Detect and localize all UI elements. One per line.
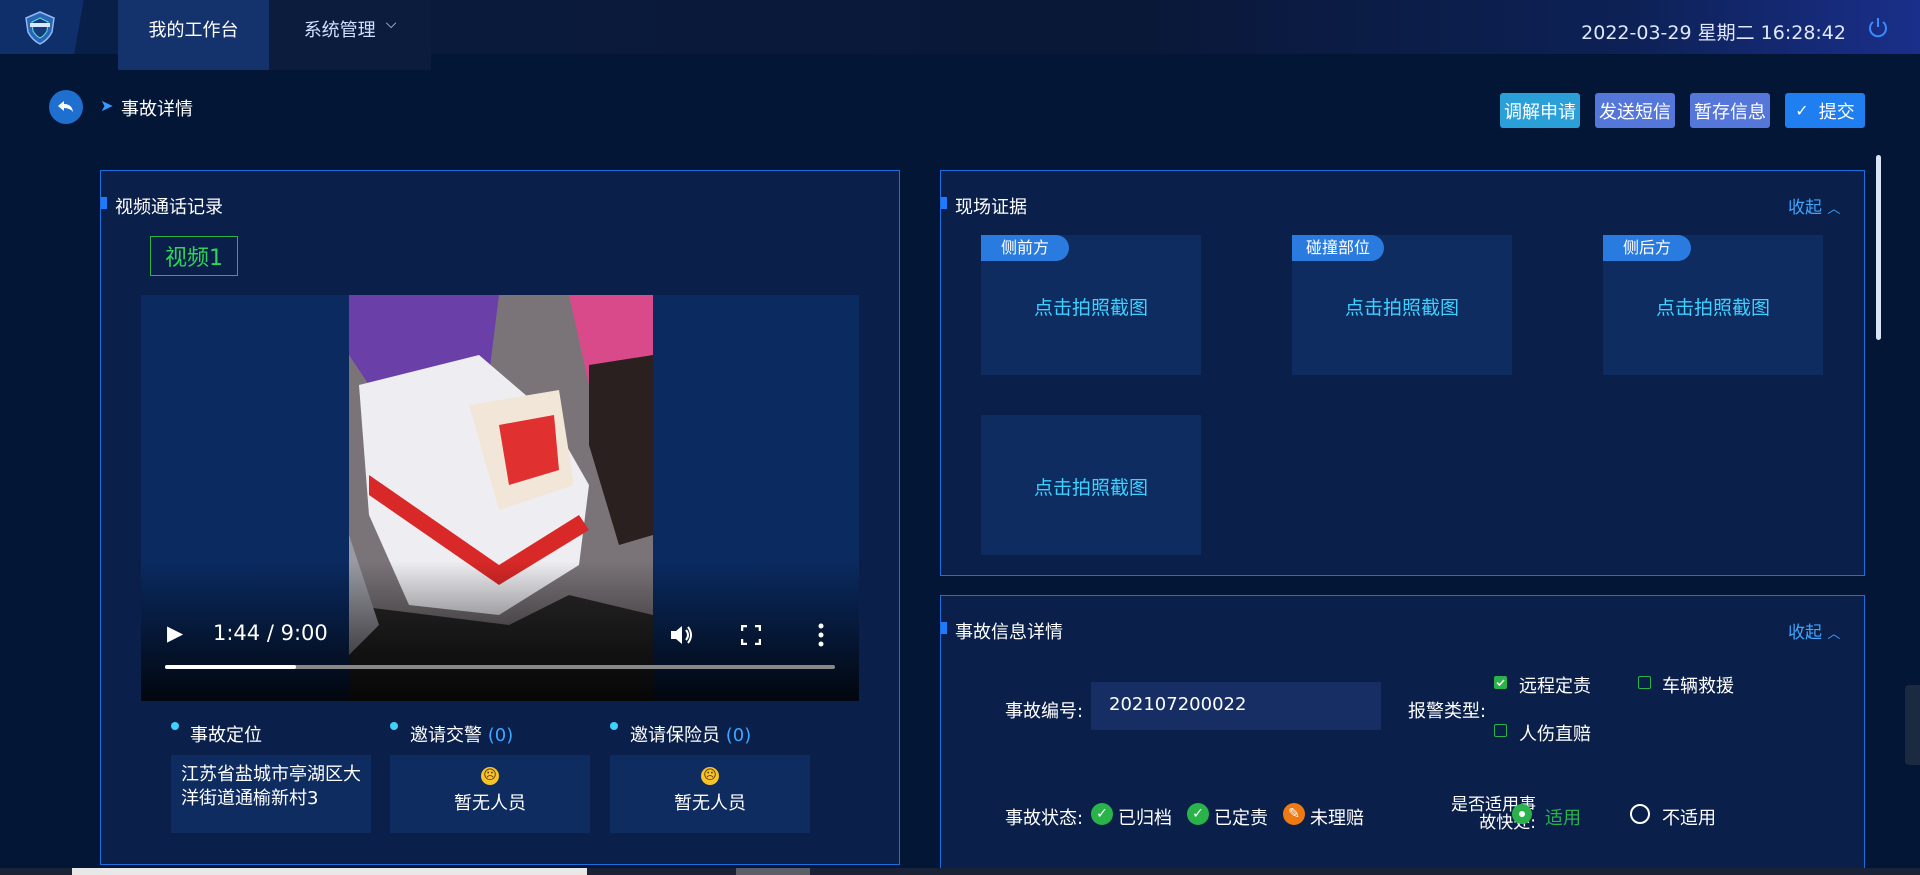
check-icon: ✓ <box>1795 101 1809 120</box>
chevron-down-icon: ⌵ <box>385 16 397 32</box>
horizontal-scrollbar-segment <box>736 868 810 875</box>
status-liability-determined: 已定责 <box>1214 808 1268 829</box>
app-logo-icon <box>25 11 55 45</box>
checkbox-remote-liability[interactable] <box>1494 676 1507 689</box>
insurer-list: ☹ 暂无人员 <box>610 755 810 833</box>
radio-applicable-label: 适用 <box>1545 808 1581 829</box>
horizontal-scrollbar-thumb[interactable] <box>72 868 587 875</box>
mediate-button[interactable]: 调解申请 <box>1500 93 1580 128</box>
evidence-collapse-label: 收起 <box>1788 198 1822 218</box>
unclaimed-pencil-icon: ✎ <box>1283 803 1305 825</box>
invite-insurer-text: 邀请保险员 <box>630 725 720 746</box>
back-button[interactable] <box>49 90 83 124</box>
checkbox-remote-liability-label: 远程定责 <box>1519 676 1591 697</box>
volume-icon[interactable] <box>669 623 695 647</box>
play-icon[interactable]: ▶ <box>167 621 183 645</box>
send-sms-button[interactable]: 发送短信 <box>1595 93 1675 128</box>
detail-collapse-toggle[interactable]: 收起 ︿ <box>1788 618 1840 643</box>
status-label: 事故状态: <box>1005 808 1084 829</box>
status-unclaimed: 未理赔 <box>1310 808 1364 829</box>
power-icon[interactable] <box>1866 16 1890 40</box>
location-label: 事故定位 <box>190 725 262 746</box>
invite-police-label[interactable]: 邀请交警 (0) <box>410 721 513 747</box>
insurer-empty-text: 暂无人员 <box>674 793 746 814</box>
video-time: 1:44 / 9:00 <box>213 621 328 645</box>
side-widget-handle[interactable] <box>1905 685 1920 765</box>
check-icon <box>1496 679 1505 687</box>
checkbox-vehicle-rescue[interactable] <box>1638 676 1651 689</box>
police-empty-text: 暂无人员 <box>454 793 526 814</box>
submit-button[interactable]: ✓ 提交 <box>1785 93 1865 128</box>
radio-not-applicable-label: 不适用 <box>1662 808 1716 829</box>
sad-face-icon: ☹ <box>701 767 719 785</box>
radio-not-applicable[interactable] <box>1630 804 1650 824</box>
location-address: 江苏省盐城市亭湖区大洋街道通榆新村3 <box>171 755 371 833</box>
photo-tag: 碰撞部位 <box>1292 235 1385 261</box>
tab-workbench-label: 我的工作台 <box>148 20 239 41</box>
chevron-up-icon: ︿ <box>1827 202 1841 217</box>
photo-slot-front-side[interactable]: 侧前方 点击拍照截图 <box>981 235 1201 375</box>
photo-capture-text: 点击拍照截图 <box>1033 477 1148 499</box>
submit-button-label: 提交 <box>1818 101 1855 123</box>
invite-insurer-count: (0) <box>725 725 752 746</box>
tab-system-management[interactable]: 系统管理 ⌵ <box>269 0 431 70</box>
video-progress-fill <box>165 665 296 669</box>
location-dot-icon <box>171 722 179 730</box>
photo-capture-text: 点击拍照截图 <box>1344 297 1459 319</box>
invite-police-count: (0) <box>487 725 514 746</box>
insurer-dot-icon <box>610 722 618 730</box>
liability-check-icon: ✓ <box>1187 803 1209 825</box>
photo-tag: 侧前方 <box>981 235 1070 261</box>
detail-collapse-label: 收起 <box>1788 623 1822 643</box>
case-number-field[interactable]: 202107200022 <box>1091 682 1381 730</box>
status-archived: 已归档 <box>1118 808 1172 829</box>
top-bar: 我的工作台 系统管理 ⌵ 2022-03-29 星期二 16:28:42 <box>0 0 1920 70</box>
breadcrumb-arrow-icon: ➤ <box>100 96 114 115</box>
video-tab-1[interactable]: 视频1 <box>150 236 238 276</box>
invite-police-text: 邀请交警 <box>410 725 482 746</box>
vertical-scrollbar-thumb[interactable] <box>1876 155 1881 340</box>
photo-capture-text: 点击拍照截图 <box>1033 297 1148 319</box>
archived-check-icon: ✓ <box>1091 803 1113 825</box>
datetime-display: 2022-03-29 星期二 16:28:42 <box>1581 22 1846 44</box>
photo-slot-extra[interactable]: 点击拍照截图 <box>981 415 1201 555</box>
checkbox-injury-claim[interactable] <box>1494 724 1507 737</box>
back-arrow-icon <box>58 101 73 112</box>
fullscreen-icon[interactable] <box>741 625 761 645</box>
photo-tag: 侧后方 <box>1603 235 1692 261</box>
checkbox-injury-claim-label: 人伤直赔 <box>1519 724 1591 745</box>
breadcrumb: 事故详情 <box>121 99 193 120</box>
tab-system-management-label: 系统管理 <box>303 20 376 41</box>
evidence-panel-title: 现场证据 <box>941 193 1027 219</box>
video-player[interactable]: ▶ 1:44 / 9:00 <box>141 295 859 701</box>
accident-detail-panel <box>940 595 1865 875</box>
police-dot-icon <box>390 722 398 730</box>
invite-insurer-label[interactable]: 邀请保险员 (0) <box>630 721 751 747</box>
more-options-icon[interactable] <box>818 623 824 647</box>
save-draft-button[interactable]: 暂存信息 <box>1690 93 1770 128</box>
tab-workbench[interactable]: 我的工作台 <box>118 0 269 70</box>
photo-slot-collision-point[interactable]: 碰撞部位 点击拍照截图 <box>1292 235 1512 375</box>
detail-panel-title: 事故信息详情 <box>941 618 1063 644</box>
video-progress-bar[interactable] <box>165 665 835 669</box>
case-number-label: 事故编号: <box>1005 701 1084 722</box>
chevron-up-icon: ︿ <box>1827 627 1841 642</box>
photo-slot-rear-side[interactable]: 侧后方 点击拍照截图 <box>1603 235 1823 375</box>
video-panel-title: 视频通话记录 <box>101 193 223 219</box>
radio-applicable[interactable] <box>1512 804 1532 824</box>
alarm-type-label: 报警类型: <box>1408 701 1487 722</box>
checkbox-vehicle-rescue-label: 车辆救援 <box>1662 676 1734 697</box>
police-list: ☹ 暂无人员 <box>390 755 590 833</box>
photo-capture-text: 点击拍照截图 <box>1655 297 1770 319</box>
sad-face-icon: ☹ <box>481 767 499 785</box>
evidence-collapse-toggle[interactable]: 收起 ︿ <box>1788 193 1840 218</box>
